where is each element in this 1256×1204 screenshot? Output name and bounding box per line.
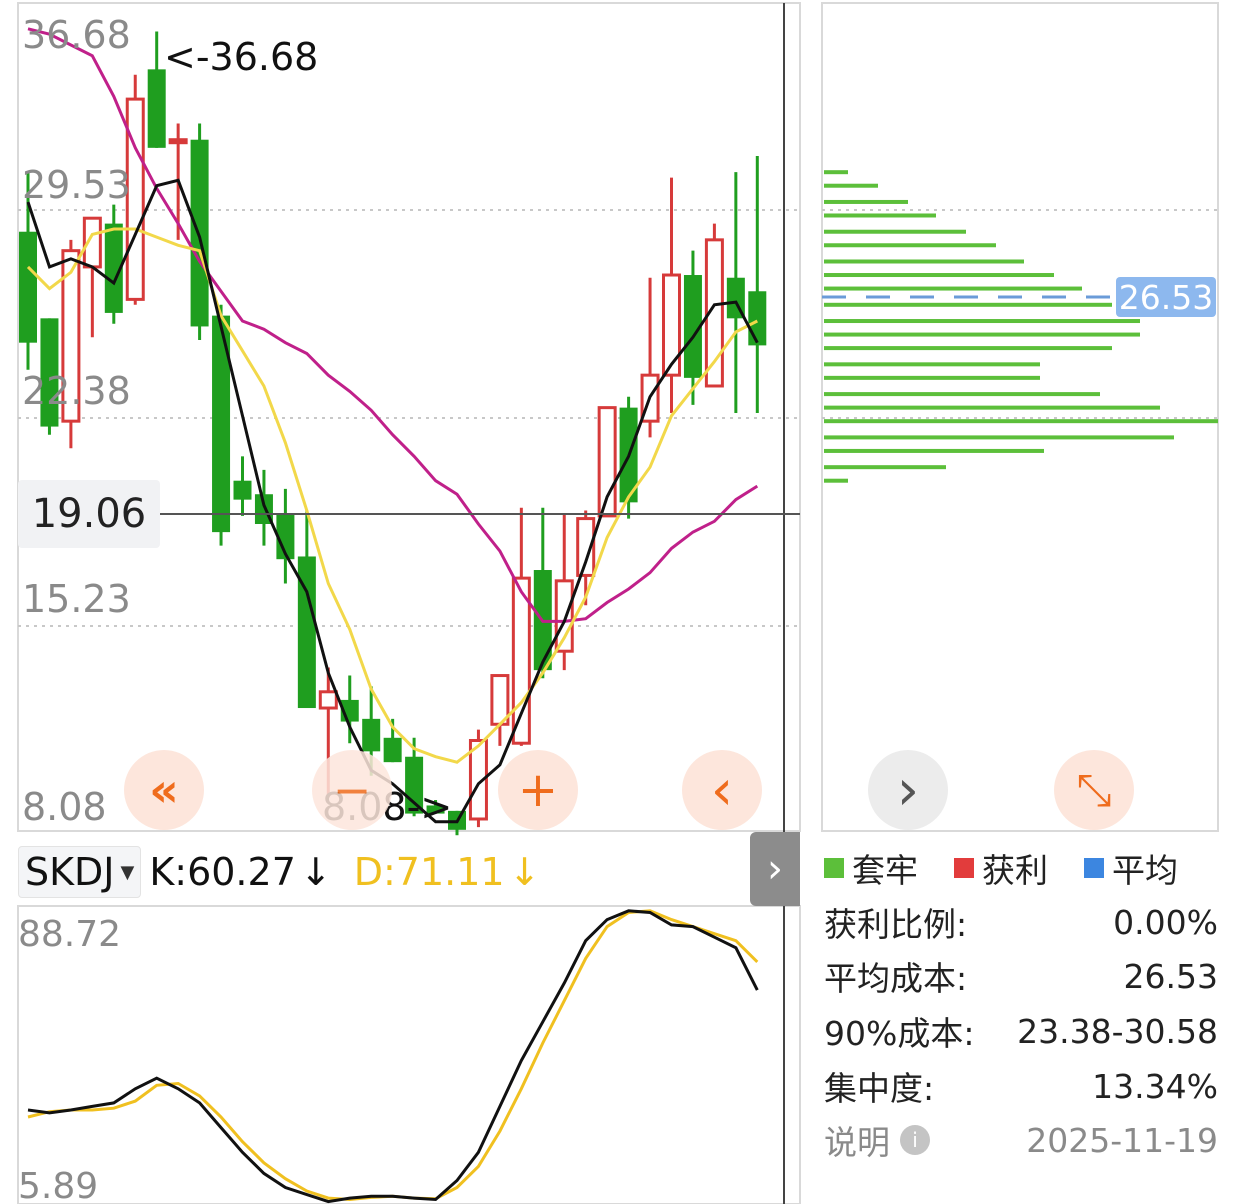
legend-label: 获利 (982, 851, 1048, 890)
chip-bar (824, 302, 1112, 307)
candle-body-up (662, 273, 681, 377)
chip-bar (824, 465, 946, 470)
y-label-max: 36.68 (22, 13, 131, 57)
stat-value: 23.38-30.58 (1017, 1011, 1218, 1051)
stat-value: 26.53 (1123, 956, 1218, 996)
stat-90-cost: 90%成本: 23.38-30.58 (824, 1011, 1218, 1054)
d-arrow-icon: ↓ (508, 850, 541, 894)
chip-bar (824, 362, 1040, 367)
stat-value: 0.00% (1113, 902, 1218, 942)
candle-body-down (147, 69, 166, 148)
chip-bar (824, 170, 848, 175)
max-price-marker: <-36.68 (164, 35, 318, 79)
chevron-right-icon: › (767, 846, 783, 892)
indicator-name: SKDJ (25, 850, 115, 894)
zoom-in-button[interactable]: + (498, 750, 578, 830)
chip-bar (824, 229, 966, 234)
skdj-y-max: 88.72 (18, 914, 121, 955)
stat-avg-cost: 平均成本: 26.53 (824, 956, 1218, 999)
rewind-button[interactable]: « (124, 750, 204, 830)
stat-label: 集中度: (824, 1069, 935, 1108)
stat-value: 13.34% (1092, 1066, 1218, 1106)
expand-icon: ⤡ (1076, 764, 1112, 816)
note-label: 说明 (824, 1123, 890, 1162)
candle-body-up (511, 576, 531, 745)
stat-label: 平均成本: (824, 959, 968, 998)
chip-bar (824, 478, 848, 483)
stat-profit-ratio: 获利比例: 0.00% (824, 902, 1218, 945)
chip-distribution-bars (824, 170, 1218, 483)
chip-bar (824, 375, 1040, 380)
candle-body-down (748, 291, 767, 346)
candle-body-up (318, 690, 338, 710)
y-label: 29.53 (22, 163, 131, 207)
candle-body-down (383, 737, 402, 763)
info-icon: i (900, 1125, 930, 1155)
stat-label: 获利比例: (824, 905, 968, 944)
prev-button[interactable]: ‹ (682, 750, 762, 830)
chip-bar (824, 199, 908, 204)
legend-swatch (824, 858, 844, 878)
skdj-k-line (27, 909, 759, 1204)
double-chevron-left-icon: « (149, 763, 179, 817)
k-arrow-icon: ↓ (299, 850, 332, 894)
d-value: D:71.11 (353, 850, 505, 894)
candle-body-down (233, 480, 252, 500)
collapse-panel-button[interactable]: › (750, 832, 800, 906)
chip-bar (824, 448, 1044, 453)
skdj-lines (27, 909, 759, 1204)
stat-label: 90%成本: (824, 1014, 975, 1053)
indicator-select[interactable]: SKDJ ▼ (18, 846, 142, 898)
expand-button[interactable]: ⤡ (1054, 750, 1134, 830)
chip-bar (824, 213, 936, 218)
chip-bar (824, 346, 1112, 351)
chip-bar (824, 405, 1160, 410)
legend-item-profit: 获利 (954, 844, 1048, 892)
legend-label: 套牢 (852, 851, 918, 890)
note-link[interactable]: 说明 i (824, 1116, 930, 1164)
chevron-left-icon: ‹ (710, 757, 734, 823)
chevron-right-icon: › (896, 757, 920, 823)
chip-bar (824, 392, 1100, 397)
k-value: K:60.27 (149, 850, 296, 894)
legend-swatch (954, 858, 974, 878)
chip-date: 2025-11-19 (1026, 1120, 1218, 1160)
chip-bar (824, 332, 1140, 337)
note-row: 说明 i 2025-11-19 (824, 1120, 1218, 1163)
legend-label: 平均 (1112, 851, 1178, 890)
plus-icon: + (517, 762, 559, 818)
zoom-out-button[interactable]: − (312, 750, 392, 830)
legend-item-trapped: 套牢 (824, 844, 918, 892)
skdj-d-line (27, 909, 759, 1202)
y-label-min: 8.08 (22, 785, 107, 829)
chip-bar (824, 183, 878, 188)
candle-body-up (168, 138, 188, 145)
y-label: 15.23 (22, 577, 131, 621)
next-button[interactable]: › (868, 750, 948, 830)
legend-item-average: 平均 (1084, 844, 1178, 892)
legend-swatch (1084, 858, 1104, 878)
stat-concentration: 集中度: 13.34% (824, 1066, 1218, 1109)
indicator-frame (17, 905, 801, 1204)
candle-body-down (362, 718, 381, 752)
chip-bar (824, 243, 996, 248)
chip-legend: 套牢 获利 平均 (824, 846, 1214, 890)
chip-bar (824, 259, 1024, 264)
current-price-label: 19.06 (18, 480, 160, 548)
chip-bar (824, 273, 1054, 278)
y-label: 22.38 (22, 369, 131, 413)
minus-icon: − (332, 763, 372, 817)
chip-bar (824, 319, 1140, 324)
skdj-y-min: 5.89 (18, 1166, 98, 1204)
candle-body-down (19, 231, 37, 343)
chip-bar (824, 435, 1174, 440)
caret-down-icon: ▼ (120, 861, 135, 883)
indicator-header: SKDJ ▼ K:60.27 ↓ D:71.11 ↓ (18, 846, 541, 898)
chip-bar (824, 286, 1082, 291)
avg-cost-tag: 26.53 (1116, 277, 1216, 317)
chip-bar (824, 419, 1218, 424)
